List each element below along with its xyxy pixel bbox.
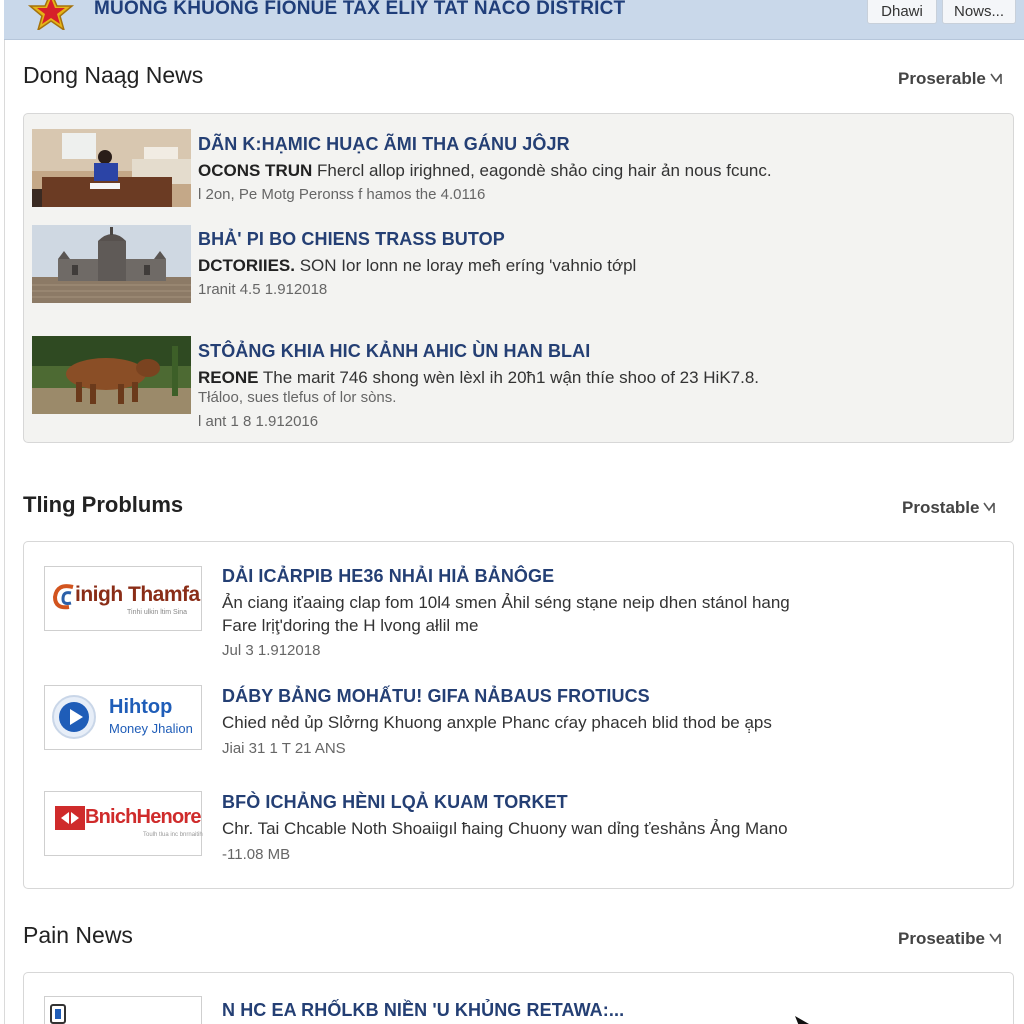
- news-meta: 1ranit 4.5 1.912018: [198, 281, 328, 298]
- site-title: MUONG KHUONG FIONUE TAX ELIY TAT NACO DI…: [94, 0, 626, 19]
- news-meta: -11.08 MB: [222, 846, 291, 863]
- news-summary: OCONS TRUN Fhercl allop irighned, eagond…: [198, 161, 772, 181]
- news-button[interactable]: Nows...: [942, 0, 1016, 24]
- summary-text: Fhercl allop irighned, eagondè shảo cing…: [312, 161, 772, 180]
- section-title-dong-nang-news: Dong Naąg News: [23, 62, 204, 88]
- news-thumbnail-room[interactable]: [32, 129, 191, 207]
- section-sort-control[interactable]: Prostable: [902, 498, 997, 518]
- org-logo-box[interactable]: [44, 996, 202, 1024]
- brand-mark-icon: [55, 806, 85, 830]
- org-logo-box[interactable]: BnichHenore Toulh tlua inc bnrnaitih: [44, 791, 203, 856]
- section-sort-control[interactable]: Proseatibe: [898, 929, 1003, 949]
- logo-name: BnichHenore: [85, 806, 201, 828]
- logo-subtitle: Toulh tlua inc bnrnaitih: [143, 832, 203, 838]
- news-summary: REONE The marit 746 shong wèn lèxl ih 20…: [198, 368, 759, 388]
- section-title-tling-problums: Tling Problums: [23, 492, 184, 517]
- org-logo-box[interactable]: Hihtop Money Jhalion: [44, 685, 202, 750]
- mouse-cursor-icon: [795, 1016, 809, 1024]
- news-meta: l 2on, Pe Motg Peronss f hamos the 4.011…: [198, 186, 486, 203]
- news-headline[interactable]: STÔẢNG KHIA HIC KẢNH AHIC ÙN HAN BLAI: [198, 341, 590, 362]
- news-summary: DCTORIIES. SON Ior lonn ne loray meħ erí…: [198, 256, 636, 276]
- star-logo-icon[interactable]: [26, 0, 76, 30]
- summary-lead: DCTORIIES.: [198, 256, 295, 275]
- news-meta: l ant 1 8 1.912016: [198, 413, 319, 430]
- news-meta: Jiai 31 1 T 21 ANS: [222, 740, 346, 757]
- logo-name: inigh Thamfa: [75, 583, 200, 606]
- news-headline[interactable]: DÃN K:HẠMIC HUẠC ÃMI THA GÁNU JÔJR: [198, 134, 570, 155]
- logo-name: Hihtop: [109, 696, 173, 718]
- news-headline[interactable]: DẢI ICẢRPIB HE36 NHẢI HIẢ BẢNÔGE: [222, 566, 554, 587]
- news-headline[interactable]: DÁBY BẢNG MOHẤTU! GIFA NẢBAUS FROTIUCS: [222, 686, 650, 707]
- news-extra: Tłáloo, sues tlefus of lor sòns.: [198, 389, 397, 406]
- news-thumbnail-cathedral[interactable]: [32, 225, 191, 303]
- logo-subtitle: Tinhi ulkin ltim Sina: [127, 609, 188, 616]
- summary-lead: REONE: [198, 368, 259, 387]
- top-header-bar: MUONG KHUONG FIONUE TAX ELIY TAT NACO DI…: [4, 0, 1024, 40]
- news-headline[interactable]: N HC EA RHỐLKB NIỀN 'U KHỦNG RETAWA:...: [222, 1000, 624, 1021]
- news-summary-extra: Fare lrịţ'doring the H lvong ałlil me: [222, 616, 479, 635]
- sort-chevron-icon: [990, 73, 1002, 84]
- sort-label: Prostable: [902, 498, 980, 517]
- news-summary: Ản ciang iťaaing clap fom 10l4 smen Ảhil…: [222, 593, 790, 612]
- summary-lead: OCONS TRUN: [198, 161, 313, 180]
- sort-chevron-icon: [989, 933, 1001, 944]
- org-logo-box[interactable]: inigh Thamfa Tinhi ulkin ltim Sina: [44, 566, 202, 631]
- sort-label: Proseatibe: [898, 929, 985, 948]
- news-headline[interactable]: BFÒ ICHẢNG HÈNI LQẢ KUAM TORKET: [222, 792, 568, 813]
- page-left-border: [4, 40, 5, 1024]
- play-circle-icon: [52, 695, 96, 739]
- section-title-pain-news: Pain News: [23, 922, 133, 948]
- document-icon: [50, 1004, 66, 1024]
- news-summary: Chr. Tai Chcable Noth Shoaiigıl ħaing Ch…: [222, 819, 788, 838]
- logo-subtitle: Money Jhalion: [109, 721, 193, 736]
- news-thumbnail-buffalo[interactable]: [32, 336, 191, 414]
- summary-text: The marit 746 shong wèn lèxl ih 20ħ1 wận…: [258, 368, 760, 387]
- sort-label: Proserable: [898, 69, 986, 88]
- news-summary: Chied nẻd ủp Slởrng Khuong anxple Phanc …: [222, 713, 772, 732]
- news-meta: Jul 3 1.912018: [222, 642, 321, 659]
- section-sort-control[interactable]: Proserable: [898, 69, 1004, 89]
- dhawi-button[interactable]: Dhawi: [867, 0, 937, 24]
- summary-text: SON Ior lonn ne loray meħ eríng 'vahnio …: [294, 256, 637, 275]
- sort-chevron-icon: [983, 502, 996, 513]
- news-headline[interactable]: BHẢ' PI BO CHIENS TRASS BUTOP: [198, 229, 505, 250]
